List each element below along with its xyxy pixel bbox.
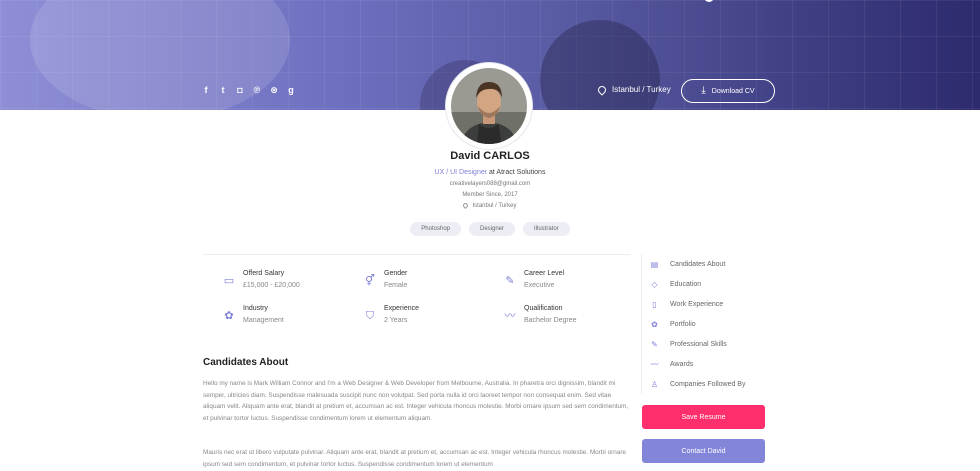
sidebar-item-label: Companies Followed By <box>670 381 746 388</box>
info-label: Career Level <box>524 270 565 277</box>
info-career-level: ✎ Career Level Executive <box>503 270 633 296</box>
skill-tag[interactable]: Illustrator <box>523 222 570 236</box>
twitter-icon[interactable]: t <box>219 85 227 95</box>
facebook-icon[interactable]: f <box>202 85 210 95</box>
profile-name: David CARLOS <box>450 150 530 162</box>
sidebar-item-companies-followed[interactable]: ♙ Companies Followed By <box>650 380 746 389</box>
profile-company: at Atract Solutions <box>487 169 546 176</box>
info-value: Executive <box>524 282 555 289</box>
profile-email: creativelayers088@gmail.com <box>449 181 531 187</box>
download-cv-button[interactable]: ⤓ Download CV <box>681 79 775 103</box>
section-title: Candidates About <box>203 357 289 368</box>
chart-icon: 〰 <box>504 310 516 322</box>
graduation-cap-icon: ◇ <box>651 280 658 289</box>
profile-location-text: Istanbul / Turkey <box>472 203 517 210</box>
shield-icon: ⛉ <box>365 310 375 322</box>
sidebar-item-work-experience[interactable]: ▯ Work Experience <box>650 300 723 309</box>
sidebar-item-professional-skills[interactable]: ✎ Professional Skills <box>650 340 727 349</box>
header-location-text: Istanbul / Turkey <box>612 85 671 94</box>
instagram-icon[interactable]: ◘ <box>236 85 244 95</box>
location-pin-icon <box>596 83 608 96</box>
briefcase-icon: ▤ <box>650 260 659 269</box>
download-icon: ⤓ <box>701 85 706 96</box>
profile-member-since: Member Since, 2017 <box>462 192 518 198</box>
contact-button[interactable]: Contact David <box>642 439 765 463</box>
user-icon: ♙ <box>650 380 659 389</box>
sidebar-item-label: Candidates About <box>670 261 726 268</box>
sidebar-item-label: Portfolio <box>670 321 696 328</box>
profile-role-title[interactable]: UX / UI Designer <box>435 169 488 176</box>
dribbble-icon[interactable]: ⊛ <box>270 85 278 95</box>
header-location: Istanbul / Turkey <box>596 83 671 96</box>
pin-icon: ✎ <box>651 340 658 349</box>
info-offered-salary: ▭ Offerd Salary £15,000 - £20,000 <box>222 270 352 296</box>
info-value: Bachelor Degree <box>524 317 577 324</box>
save-resume-button[interactable]: Save Resume <box>642 405 765 429</box>
social-links: f t ◘ ℗ ⊛ g <box>202 85 295 95</box>
profile-location: Istanbul / Turkey <box>0 201 980 210</box>
info-qualification: 〰 Qualification Bachelor Degree <box>503 305 633 331</box>
info-gender: ⚥ Gender Female <box>363 270 493 296</box>
about-paragraph: Hello my name is Mark William Connor and… <box>203 380 629 422</box>
profile-photo <box>451 68 527 144</box>
info-value: Management <box>243 317 284 324</box>
puzzle-icon: ✿ <box>651 320 658 329</box>
sidebar-item-label: Awards <box>670 361 694 368</box>
divider <box>641 254 642 394</box>
google-plus-icon[interactable]: g <box>287 85 295 95</box>
gender-icon: ⚥ <box>365 275 375 287</box>
sidebar-item-candidates-about[interactable]: ▤ Candidates About <box>650 260 726 269</box>
location-pin-icon <box>462 201 470 210</box>
about-paragraph: Mauris nec erat ut libero vulputate pulv… <box>203 449 627 468</box>
document-icon: ▯ <box>652 300 657 309</box>
info-label: Gender <box>384 270 408 277</box>
avatar <box>446 63 532 149</box>
money-icon: ▭ <box>223 275 235 287</box>
info-label: Industry <box>243 305 268 312</box>
info-value: 2 Years <box>384 317 408 324</box>
sidebar-item-education[interactable]: ◇ Education <box>650 280 701 289</box>
sidebar-item-portfolio[interactable]: ✿ Portfolio <box>650 320 696 329</box>
skill-tag[interactable]: Photoshop <box>410 222 461 236</box>
skill-tags: Photoshop Designer Illustrator <box>0 222 980 236</box>
divider <box>203 254 631 255</box>
skill-tag[interactable]: Designer <box>469 222 516 236</box>
info-experience: ⛉ Experience 2 Years <box>363 305 493 331</box>
puzzle-icon: ✿ <box>224 310 234 322</box>
profile-role: UX / UI Designer at Atract Solutions <box>0 169 980 176</box>
info-label: Offerd Salary <box>243 270 285 277</box>
info-industry: ✿ Industry Management <box>222 305 352 331</box>
download-cv-label: Download CV <box>711 87 755 95</box>
pin-icon: ✎ <box>505 275 515 287</box>
sidebar-item-label: Professional Skills <box>670 341 727 348</box>
info-label: Qualification <box>524 305 563 312</box>
sidebar-item-label: Work Experience <box>670 301 724 308</box>
info-label: Experience <box>384 305 420 312</box>
info-value: Female <box>384 282 408 289</box>
sidebar-item-awards[interactable]: 〰 Awards <box>650 360 694 369</box>
pinterest-icon[interactable]: ℗ <box>253 85 261 95</box>
info-value: £15,000 - £20,000 <box>243 282 300 289</box>
sidebar-item-label: Education <box>670 281 702 288</box>
chart-icon: 〰 <box>650 360 659 369</box>
